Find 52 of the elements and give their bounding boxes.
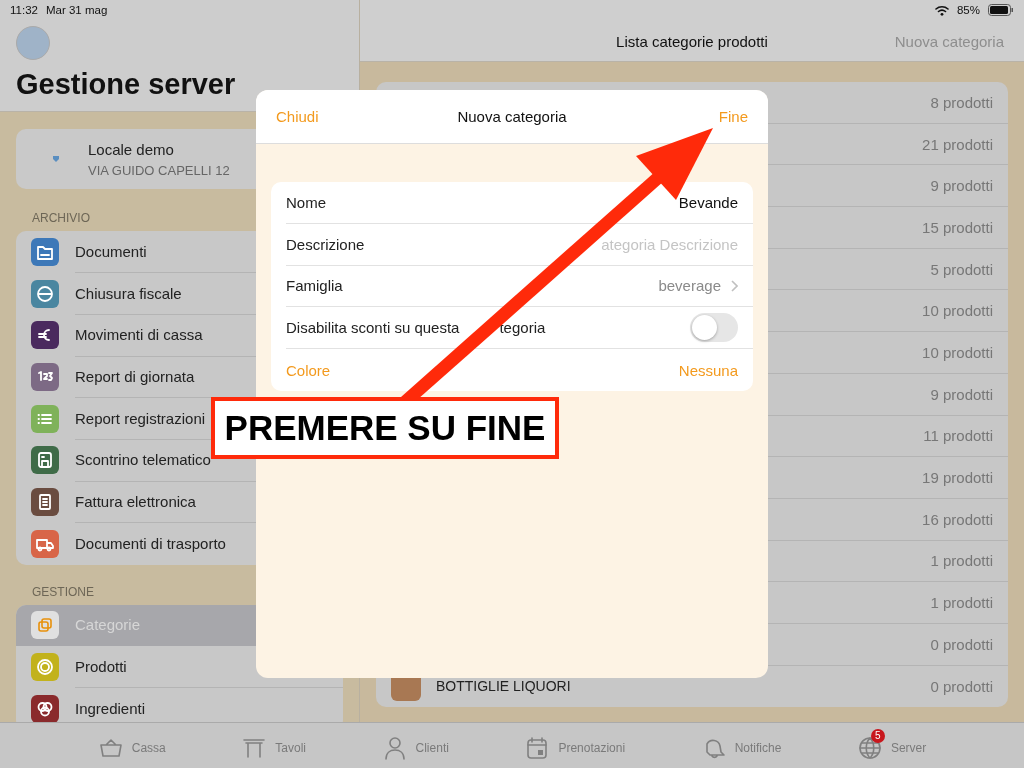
product-count: 9 prodotti [930, 385, 993, 403]
input-field[interactable]: ategoria Descrizione [478, 235, 738, 253]
product-count: 19 prodotti [922, 469, 993, 487]
product-count: 1 prodotti [930, 552, 993, 570]
field-label: Colore [286, 361, 331, 379]
annotation-callout: PREMERE SU FINE [211, 397, 559, 459]
product-count: 9 prodotti [930, 177, 993, 195]
toggle-switch[interactable] [690, 313, 738, 343]
minus-circle-icon [36, 284, 54, 303]
product-count: 8 prodotti [930, 93, 993, 111]
modal-title: Nuova categoria [457, 108, 567, 125]
field-label: tegoria [499, 319, 546, 337]
sidebar-item[interactable]: Ingredienti [16, 687, 343, 722]
tab-item[interactable]: Server 5 [856, 728, 927, 763]
product-count: 11 prodotti [923, 427, 993, 445]
receipt-icon [36, 451, 54, 470]
avatar[interactable] [16, 26, 50, 60]
battery-icon [988, 4, 1014, 16]
product-count: 21 prodotti [922, 135, 993, 153]
field-label: Disabilita sconti su questa [286, 319, 460, 337]
family-selector[interactable]: beverage [658, 277, 738, 295]
shield-icon [52, 155, 60, 163]
battery-percent: 85% [956, 4, 980, 16]
product-count: 10 prodotti [922, 343, 993, 361]
product-count: 5 prodotti [930, 260, 993, 278]
squares-icon [36, 616, 54, 635]
product-count: 16 prodotti [922, 510, 993, 528]
status-date: Mar 31 mag [45, 4, 108, 16]
sidebar-item[interactable]: Documenti di trasporto [16, 522, 343, 565]
ring-icon [36, 658, 54, 677]
product-count: 15 prodotti [922, 218, 993, 236]
status-time: 11:32 [10, 4, 38, 16]
category-name[interactable]: BOTTIGLIE LIQUORI [436, 678, 571, 695]
venue-address: VIA GUIDO CAPELLI 12 [88, 162, 230, 178]
venue-name: Locale demo [88, 140, 175, 158]
document-icon [36, 492, 54, 511]
circles-icon [36, 699, 54, 718]
product-count: 0 prodotti [930, 635, 993, 653]
field-label: Nome [286, 193, 326, 211]
navigation-title: Lista categorie prodotti [616, 33, 768, 50]
field-label: Famiglia [286, 277, 343, 295]
section-header: GESTIONE [31, 583, 95, 601]
input-field[interactable]: Bevande [478, 193, 738, 211]
section-header: ARCHIVIO [31, 210, 91, 227]
chevron-icon [731, 280, 738, 292]
product-count: 10 prodotti [922, 302, 993, 320]
wifi-icon [934, 4, 949, 16]
notification-badge: 5 [870, 728, 885, 743]
page-title: Gestione server [16, 68, 237, 101]
field-label: Descrizione [286, 235, 365, 253]
product-count: 0 prodotti [930, 677, 993, 695]
product-count: 1 prodotti [930, 594, 993, 612]
